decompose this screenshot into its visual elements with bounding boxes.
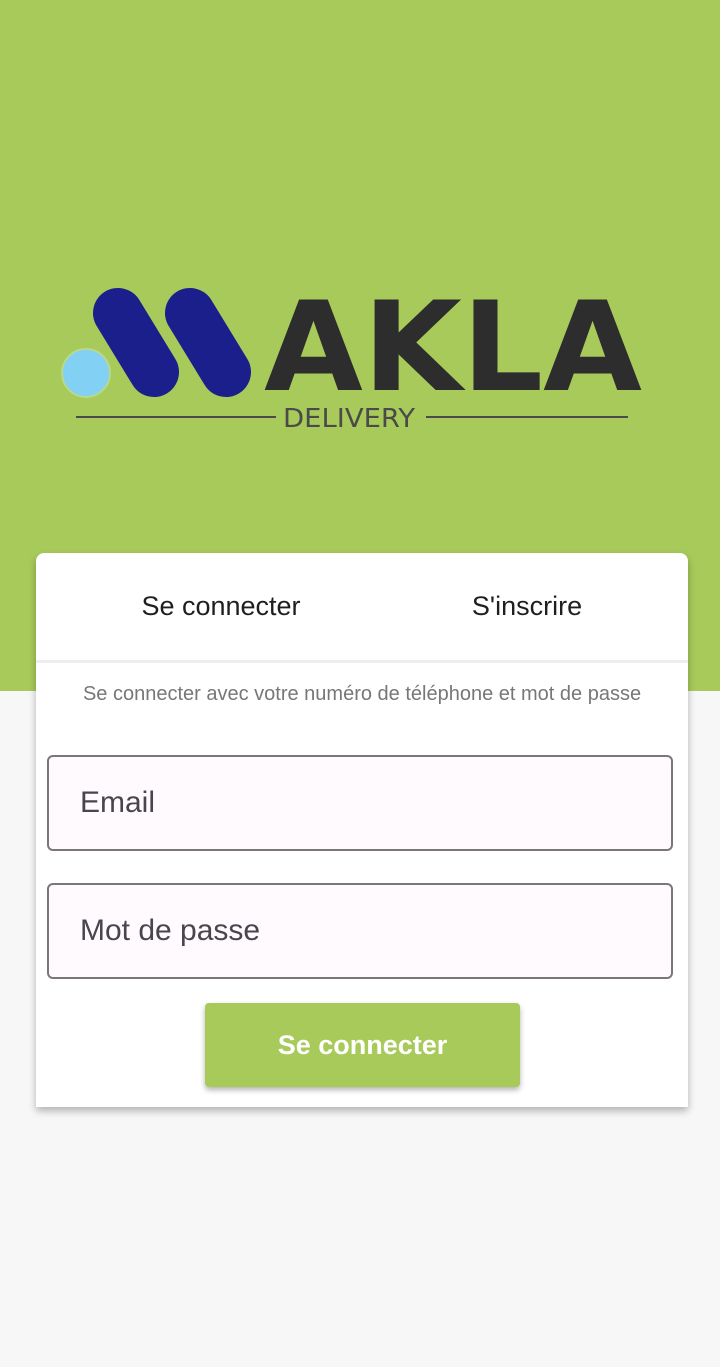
akla-delivery-logo: AKLA DELIVERY [61, 280, 642, 434]
email-input[interactable] [49, 757, 671, 849]
login-instructions: Se connecter avec votre numéro de téléph… [82, 683, 642, 705]
logo-wordmark: AKLA [264, 280, 642, 420]
login-button[interactable]: Se connecter [205, 1003, 520, 1087]
password-input[interactable] [49, 885, 671, 977]
logo-tagline: DELIVERY [283, 404, 415, 434]
tab-login[interactable]: Se connecter [58, 553, 384, 660]
auth-tabs: Se connecter S'inscrire [36, 553, 688, 663]
tab-register[interactable]: S'inscrire [362, 553, 692, 660]
login-card: Se connecter S'inscrire Se connecter ave… [36, 553, 688, 1107]
password-field [47, 883, 673, 979]
email-field [47, 755, 673, 851]
